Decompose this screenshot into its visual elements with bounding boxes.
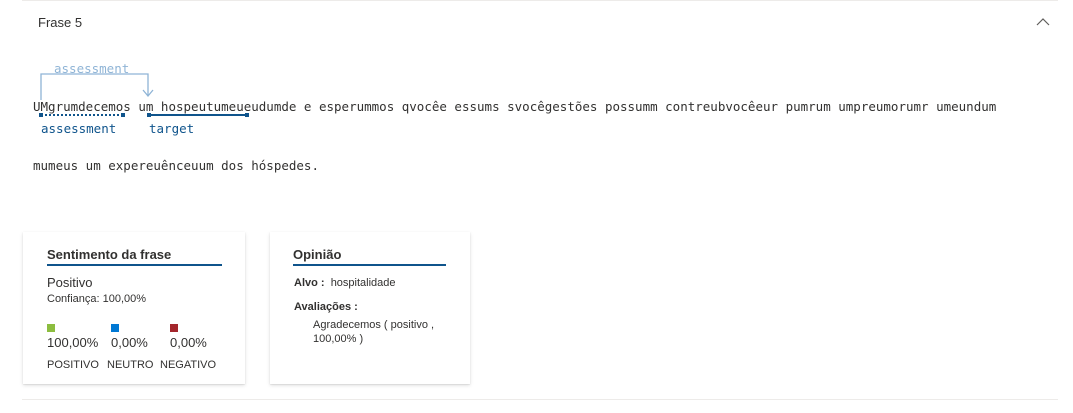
neutral-score: 0,00% (111, 335, 148, 350)
sentence-sentiment-card: Sentimento da frase Positivo Confiança: … (23, 232, 245, 384)
opinion-target-label: Alvo : (294, 277, 325, 289)
opinion-card-title: Opinião (293, 247, 342, 262)
sentence-text-line-2: mumeus um expereuênceuum dos hóspedes. (33, 158, 319, 173)
chevron-up-icon (1036, 18, 1050, 26)
assessment-tag: assessment (41, 121, 117, 136)
opinion-target: Alvo : hospitalidade (294, 277, 396, 289)
sentiment-value: Positivo (47, 275, 93, 290)
sentence-panel-title: Frase 5 (38, 15, 83, 30)
target-tag: target (149, 121, 195, 136)
sentence-text-line-1: UMgrumdecemos um hospeutumeueudumde e es… (33, 99, 997, 114)
collapse-button[interactable] (1034, 14, 1052, 30)
opinion-assessment-item: Agradecemos ( positivo , 100,00% ) (313, 319, 435, 345)
positive-score: 100,00% (47, 335, 99, 350)
panel-top-divider (22, 0, 1058, 1)
neutral-legend-square (111, 324, 119, 332)
sentiment-title-underline (47, 264, 222, 266)
negative-legend-square (170, 324, 178, 332)
positive-legend-square (47, 324, 55, 332)
sentiment-confidence: Confiança: 100,00% (47, 293, 147, 305)
negative-label: NEGATIVO (160, 359, 217, 371)
positive-label: POSITIVO (47, 359, 99, 371)
panel-bottom-divider (22, 399, 1058, 400)
relation-label: assessment (54, 61, 130, 76)
opinion-assessments-label: Avaliações : (294, 301, 358, 313)
negative-score: 0,00% (170, 335, 207, 350)
neutral-label: NEUTRO (107, 359, 154, 371)
sentiment-card-title: Sentimento da frase (47, 247, 172, 262)
opinion-card: Opinião Alvo : hospitalidade Avaliações … (270, 232, 470, 384)
opinion-title-underline (293, 264, 446, 266)
opinion-target-value: hospitalidade (330, 277, 396, 289)
